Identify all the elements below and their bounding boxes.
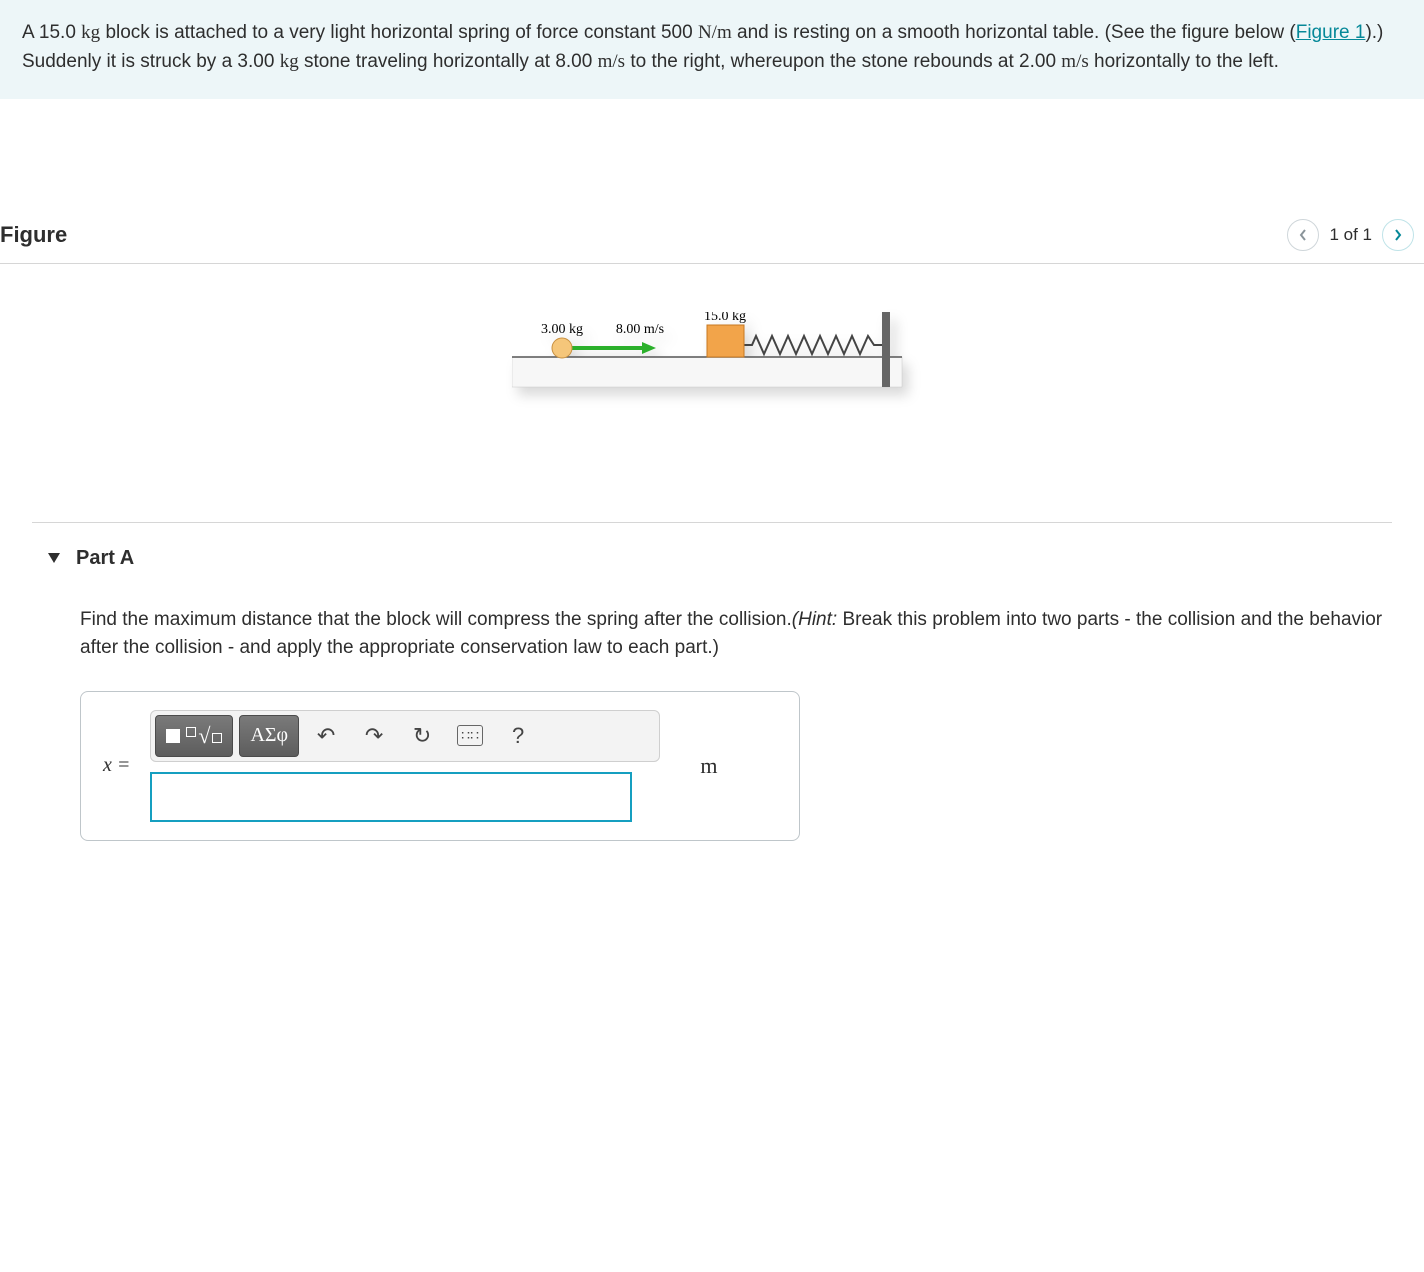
answer-input[interactable] [150,772,632,822]
part-a-question: Find the maximum distance that the block… [80,606,1392,663]
greek-button[interactable]: ΑΣφ [239,715,299,757]
answer-variable: x = [103,754,130,777]
text: Find the maximum distance that the block… [80,609,792,630]
hint-label: (Hint: [792,609,837,630]
undo-icon: ↶ [317,723,335,749]
text: horizontally to the left. [1089,51,1279,72]
formula-icon: √ [186,723,222,749]
reset-button[interactable]: ↻ [401,715,443,757]
figure-title: Figure [0,222,67,248]
help-button[interactable]: ? [497,715,539,757]
figure-section: Figure 1 of 1 15.0 kg [0,99,1424,522]
unit-kg: kg [280,51,299,72]
answer-box: x = √ ΑΣφ ↶ [80,691,800,841]
unit-ms: m/s [598,51,625,72]
unit-ms: m/s [1061,51,1088,72]
part-a-title: Part A [76,547,134,570]
caret-down-icon [48,553,60,563]
undo-button[interactable]: ↶ [305,715,347,757]
stone-vel-label: 8.00 m/s [616,322,664,337]
figure-link[interactable]: Figure 1 [1296,22,1366,43]
help-icon: ? [512,723,524,749]
text: block is attached to a very light horizo… [100,22,698,43]
problem-statement: A 15.0 kg block is attached to a very li… [0,0,1424,99]
answer-unit: m [700,753,717,779]
keyboard-icon: ∷∷ [457,725,483,746]
text: stone traveling horizontally at 8.00 [299,51,598,72]
text: to the right, whereupon the stone reboun… [625,51,1061,72]
figure-diagram: 15.0 kg 3.00 kg 8.00 m/s [512,312,912,402]
text: A 15.0 [22,22,81,43]
chevron-left-icon [1298,228,1308,242]
unit-kg: kg [81,22,100,43]
unit-nm: N/m [698,22,732,43]
figure-counter: 1 of 1 [1329,225,1372,245]
stone-mass-label: 3.00 kg [541,322,583,337]
text: and is resting on a smooth horizontal ta… [732,22,1296,43]
part-a-toggle[interactable]: Part A [32,523,1392,594]
chevron-right-icon [1393,228,1403,242]
redo-icon: ↷ [365,723,383,749]
greek-label: ΑΣφ [250,724,288,747]
figure-nav: 1 of 1 [1287,219,1414,251]
next-figure-button[interactable] [1382,219,1414,251]
block-mass-label: 15.0 kg [704,312,746,324]
square-icon [166,729,180,743]
templates-button[interactable]: √ [155,715,233,757]
prev-figure-button[interactable] [1287,219,1319,251]
equation-toolbar: √ ΑΣφ ↶ ↷ ↻ [150,710,660,762]
reset-icon: ↻ [413,723,431,749]
part-a-section: Part A Find the maximum distance that th… [32,522,1392,871]
keyboard-button[interactable]: ∷∷ [449,715,491,757]
redo-button[interactable]: ↷ [353,715,395,757]
